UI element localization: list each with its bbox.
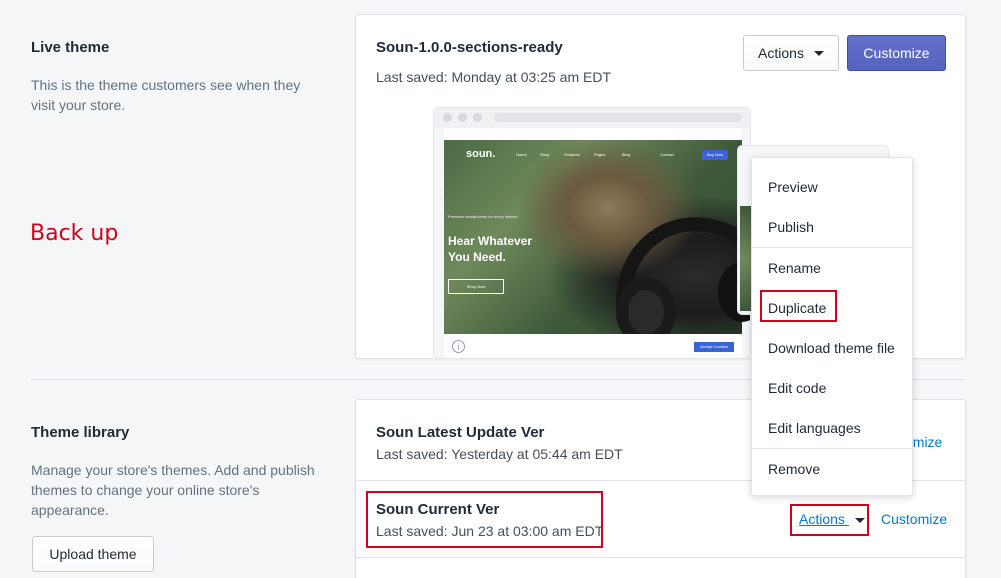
theme-last-saved: Last saved: Yesterday at 05:44 am EDT <box>376 446 623 462</box>
theme-name: Soun Latest Update Ver <box>376 424 545 441</box>
hero-title: Hear Whatever You Need. <box>448 233 532 265</box>
menu-item-preview[interactable]: Preview <box>768 179 818 195</box>
menu-item-rename[interactable]: Rename <box>768 260 821 276</box>
live-theme-actions-button[interactable]: Actions <box>743 35 839 71</box>
customize-link[interactable]: Customize <box>881 511 947 527</box>
live-theme-last-saved: Last saved: Monday at 03:25 am EDT <box>376 69 612 85</box>
info-icon: i <box>452 340 465 353</box>
highlight-actions <box>790 504 869 536</box>
nav-item: Shop <box>540 152 550 157</box>
highlight-current-theme <box>366 491 603 548</box>
window-dot-icon <box>458 113 467 122</box>
hero-image: soun. Home Shop Features Pages Blog Cont… <box>444 140 750 340</box>
menu-item-edit-languages[interactable]: Edit languages <box>768 420 861 436</box>
window-dot-icon <box>443 113 452 122</box>
cookie-banner: i Accept Cookies <box>444 334 742 358</box>
nav-item: Contact <box>660 152 674 157</box>
nav-item: Features <box>564 152 580 157</box>
live-theme-heading: Live theme <box>31 39 110 56</box>
announcement-bar <box>444 128 742 140</box>
menu-item-publish[interactable]: Publish <box>768 219 814 235</box>
live-theme-description: This is the theme customers see when the… <box>31 77 301 113</box>
customize-button[interactable]: Customize <box>847 35 946 71</box>
hero-shop-button: Shop Now <box>448 279 504 294</box>
nav-item: Pages <box>594 152 606 157</box>
menu-divider <box>752 448 912 449</box>
menu-item-download-theme-file[interactable]: Download theme file <box>768 340 895 356</box>
menu-divider <box>752 247 912 248</box>
row-divider <box>356 557 965 558</box>
upload-theme-button[interactable]: Upload theme <box>32 536 154 572</box>
nav-item: Home <box>516 152 527 157</box>
highlight-duplicate <box>760 290 837 322</box>
nav-item: Blog <box>622 152 631 157</box>
cookie-accept-button: Accept Cookies <box>694 342 734 352</box>
theme-library-heading: Theme library <box>31 424 130 441</box>
live-theme-name: Soun-1.0.0-sections-ready <box>376 39 563 56</box>
url-bar <box>494 113 742 122</box>
actions-menu: Preview Publish Rename Duplicate Downloa… <box>751 157 913 496</box>
headphone-image <box>616 217 750 340</box>
hero-subtext: Premium headphones for every listener <box>448 214 518 219</box>
browser-bar <box>434 108 750 128</box>
hero-top-button: Buy Now <box>702 150 728 160</box>
back-up-annotation: Back up <box>30 221 119 246</box>
theme-library-description: Manage your store's themes. Add and publ… <box>31 462 315 518</box>
hero-title-line: You Need. <box>448 250 506 264</box>
menu-item-remove[interactable]: Remove <box>768 461 820 477</box>
chevron-down-icon <box>813 50 824 56</box>
hero-title-line: Hear Whatever <box>448 234 533 248</box>
store-logo: soun. <box>466 148 496 160</box>
actions-label: Actions <box>758 45 804 61</box>
window-dot-icon <box>473 113 482 122</box>
theme-preview-desktop[interactable]: soun. Home Shop Features Pages Blog Cont… <box>433 107 751 359</box>
menu-item-edit-code[interactable]: Edit code <box>768 380 826 396</box>
